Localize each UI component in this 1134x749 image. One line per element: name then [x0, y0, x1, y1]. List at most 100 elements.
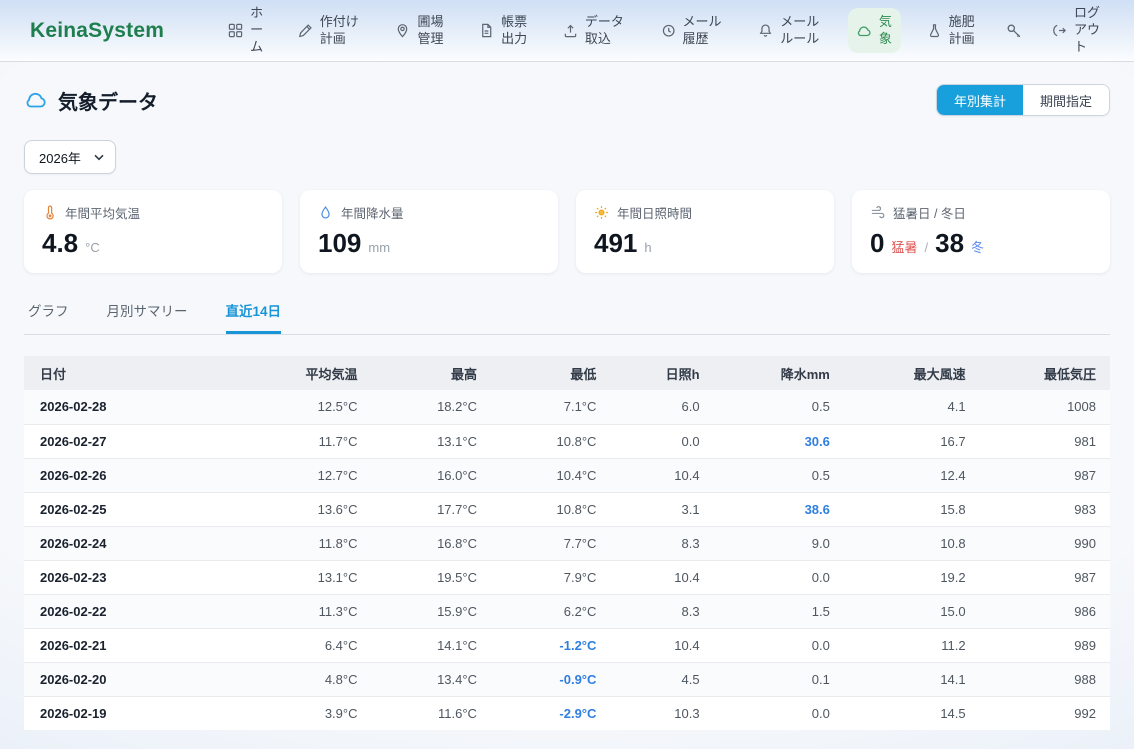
nav-item-field-management[interactable]: 圃場管理 [387, 8, 453, 54]
toggle-period-button[interactable]: 期間指定 [1023, 85, 1109, 115]
column-header-min-pressure: 最低気圧 [980, 356, 1110, 390]
cell-pressure: 981 [980, 424, 1110, 458]
column-header-max-wind: 最大風速 [844, 356, 980, 390]
nav-item-data-import[interactable]: データ取込 [555, 8, 635, 54]
pencil-icon [298, 23, 313, 38]
nav-item-mail-history[interactable]: メール履歴 [653, 8, 733, 54]
cell-sun: 10.4 [610, 560, 713, 594]
nav-item-password-key[interactable] [1002, 17, 1026, 45]
cell-pressure: 1008 [980, 390, 1110, 424]
nav-label: 帳票出力 [501, 14, 529, 48]
cell-rain: 0.5 [714, 458, 844, 492]
cell-rain: 9.0 [714, 526, 844, 560]
cell-pressure: 992 [980, 696, 1110, 730]
cell-min: 7.1°C [491, 390, 610, 424]
cell-avg: 11.8°C [268, 526, 371, 560]
view-toggle: 年別集計 期間指定 [936, 84, 1110, 116]
cell-rain: 0.0 [714, 696, 844, 730]
nav-item-mail-rules[interactable]: メールルール [750, 8, 830, 54]
cell-avg: 11.3°C [268, 594, 371, 628]
cell-sun: 4.5 [610, 662, 713, 696]
cell-pressure: 989 [980, 628, 1110, 662]
nav-label: メールルール [780, 14, 822, 48]
cell-wind: 19.2 [844, 560, 980, 594]
cell-avg: 11.7°C [268, 424, 371, 458]
cell-min: 6.2°C [491, 594, 610, 628]
nav-label: 気象 [879, 14, 893, 48]
stat-cards: 年間平均気温 4.8 °C 年間降水量 109 mm 年間日照時間 [24, 190, 1110, 273]
cell-wind: 10.8 [844, 526, 980, 560]
column-header-avg-temp: 平均気温 [268, 356, 371, 390]
stat-unit: mm [368, 240, 390, 255]
cell-min: 10.4°C [491, 458, 610, 492]
page-title-text: 気象データ [58, 86, 158, 115]
cell-max: 17.7°C [372, 492, 491, 526]
nav-label: ホーム [250, 5, 264, 56]
upload-icon [563, 23, 578, 38]
stat-label: 年間降水量 [341, 203, 404, 222]
nav-item-report-output[interactable]: 帳票出力 [471, 8, 537, 54]
cell-date: 2026-02-28 [24, 390, 268, 424]
main-content: 気象データ 年別集計 期間指定 2026年 年間平均気温 4.8 °C 年間降水… [0, 62, 1134, 730]
tab-recent-14-days[interactable]: 直近14日 [226, 300, 282, 334]
cell-avg: 3.9°C [268, 696, 371, 730]
cell-date: 2026-02-26 [24, 458, 268, 492]
cell-avg: 13.6°C [268, 492, 371, 526]
cell-min: -0.9°C [491, 662, 610, 696]
cell-date: 2026-02-25 [24, 492, 268, 526]
toggle-yearly-button[interactable]: 年別集計 [937, 85, 1023, 115]
year-select[interactable]: 2026年 [24, 140, 116, 174]
table-row: 2026-02-2313.1°C19.5°C7.9°C10.40.019.298… [24, 560, 1110, 594]
cell-min: 10.8°C [491, 424, 610, 458]
cell-sun: 10.4 [610, 458, 713, 492]
key-icon [1006, 23, 1022, 39]
cell-date: 2026-02-27 [24, 424, 268, 458]
stat-card-avg-temp: 年間平均気温 4.8 °C [24, 190, 282, 273]
cold-days-unit: 冬 [971, 237, 984, 256]
nav-label: 圃場管理 [417, 14, 445, 48]
nav-item-planting-plan[interactable]: 作付け計画 [290, 8, 370, 54]
cell-max: 13.1°C [372, 424, 491, 458]
table-row: 2026-02-2411.8°C16.8°C7.7°C8.39.010.8990 [24, 526, 1110, 560]
cell-sun: 10.4 [610, 628, 713, 662]
table-row: 2026-02-2211.3°C15.9°C6.2°C8.31.515.0986 [24, 594, 1110, 628]
cell-pressure: 988 [980, 662, 1110, 696]
cell-rain: 1.5 [714, 594, 844, 628]
cell-date: 2026-02-21 [24, 628, 268, 662]
cell-pressure: 987 [980, 458, 1110, 492]
cell-rain: 0.5 [714, 390, 844, 424]
stat-value: 491 [594, 228, 637, 259]
nav-label: メール履歴 [683, 14, 725, 48]
cell-pressure: 990 [980, 526, 1110, 560]
nav-item-weather[interactable]: 気象 [848, 8, 901, 54]
cell-pressure: 987 [980, 560, 1110, 594]
cell-min: 10.8°C [491, 492, 610, 526]
cell-sun: 8.3 [610, 526, 713, 560]
weather-table-body: 2026-02-2812.5°C18.2°C7.1°C6.00.54.11008… [24, 390, 1110, 730]
cloud-icon [856, 23, 872, 39]
brand-logo[interactable]: KeinaSystem [30, 19, 164, 43]
bell-icon [758, 23, 773, 38]
table-row: 2026-02-216.4°C14.1°C-1.2°C10.40.011.298… [24, 628, 1110, 662]
cell-min: 7.9°C [491, 560, 610, 594]
cell-date: 2026-02-23 [24, 560, 268, 594]
cell-date: 2026-02-19 [24, 696, 268, 730]
cell-sun: 6.0 [610, 390, 713, 424]
cell-avg: 6.4°C [268, 628, 371, 662]
cell-max: 14.1°C [372, 628, 491, 662]
nav-item-logout[interactable]: ログアウト [1044, 0, 1110, 62]
table-header-row: 日付 平均気温 最高 最低 日照h 降水mm 最大風速 最低気圧 [24, 356, 1110, 390]
nav-item-home[interactable]: ホーム [220, 0, 272, 62]
stat-label: 年間日照時間 [617, 203, 692, 222]
stat-card-precipitation: 年間降水量 109 mm [300, 190, 558, 273]
content-tabs: グラフ 月別サマリー 直近14日 [24, 300, 1110, 335]
nav-item-fertilizer-plan[interactable]: 施肥計画 [919, 8, 985, 54]
cell-wind: 12.4 [844, 458, 980, 492]
tab-monthly-summary[interactable]: 月別サマリー [107, 300, 188, 334]
column-header-min: 最低 [491, 356, 610, 390]
tab-graph[interactable]: グラフ [28, 300, 69, 334]
chevron-down-icon [94, 154, 104, 161]
table-row: 2026-02-2513.6°C17.7°C10.8°C3.138.615.89… [24, 492, 1110, 526]
cloud-title-icon [24, 88, 48, 112]
cell-rain: 30.6 [714, 424, 844, 458]
